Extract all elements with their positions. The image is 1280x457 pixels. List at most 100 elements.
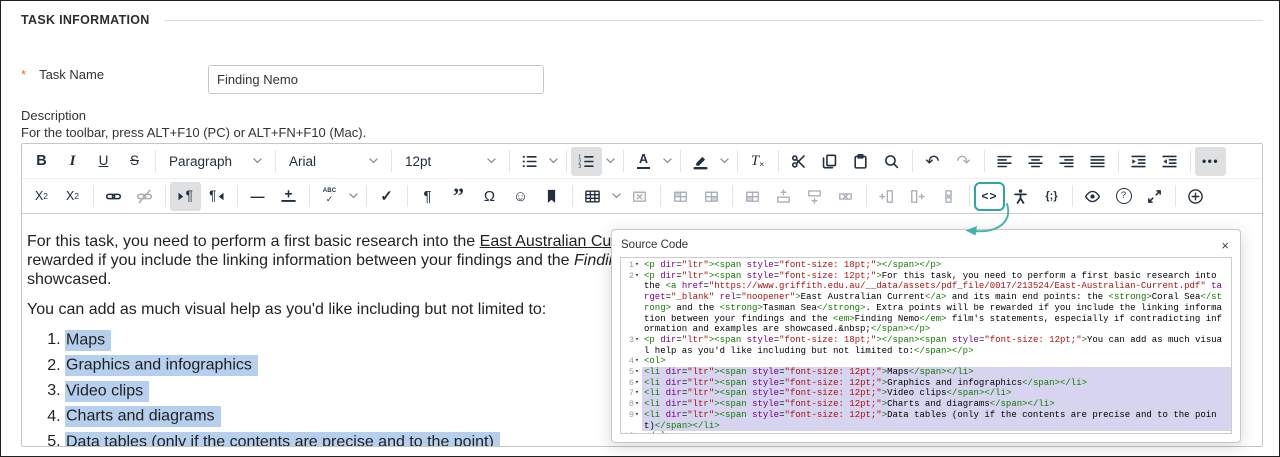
toolbar-group bbox=[871, 182, 964, 211]
undo-button[interactable]: ↶ bbox=[917, 147, 948, 176]
indent-icon bbox=[1131, 155, 1146, 167]
bullet-list-button-chevron[interactable] bbox=[545, 147, 561, 176]
toolbar-group: 123 bbox=[571, 146, 618, 176]
text-color-button[interactable]: A bbox=[628, 147, 659, 176]
indent-button[interactable] bbox=[1123, 147, 1154, 176]
toolbar-group: ? bbox=[1077, 182, 1170, 211]
delete-row-icon bbox=[839, 192, 852, 200]
code-line: 4▾ <ol> bbox=[621, 356, 1231, 367]
task-name-input[interactable] bbox=[208, 65, 544, 94]
numbered-list-button[interactable]: 123 bbox=[571, 146, 602, 176]
justify-button[interactable] bbox=[1082, 147, 1113, 176]
insert-plus-button[interactable] bbox=[1180, 182, 1211, 211]
link-icon bbox=[105, 193, 122, 199]
right-to-left-button[interactable]: ¶ bbox=[201, 182, 232, 211]
toolbar-group: ✓ bbox=[371, 182, 402, 211]
blockquote-button[interactable]: ” bbox=[443, 182, 474, 211]
spell-check-button[interactable]: ABC ✓ bbox=[314, 182, 345, 211]
align-left-button[interactable] bbox=[989, 147, 1020, 176]
fold-arrow-icon: ▾ bbox=[635, 261, 639, 268]
spell-check-button-chevron[interactable] bbox=[345, 182, 361, 211]
outdent-button[interactable] bbox=[1154, 147, 1185, 176]
anchor-button[interactable] bbox=[536, 182, 567, 211]
accessibility-checker-button[interactable] bbox=[1005, 182, 1036, 211]
paragraph-style-select[interactable]: Paragraph bbox=[160, 147, 270, 176]
insert-row-below-icon bbox=[808, 189, 821, 204]
clear-formatting-button[interactable]: T × bbox=[742, 147, 773, 176]
left-to-right-button[interactable]: ¶ bbox=[170, 181, 201, 211]
task-name-row: * Task Name bbox=[21, 67, 104, 82]
svg-text:3: 3 bbox=[578, 163, 581, 169]
search-button[interactable] bbox=[876, 147, 907, 176]
text-color-button-chevron[interactable] bbox=[659, 147, 675, 176]
preview-button[interactable] bbox=[1077, 182, 1108, 211]
checkmark-icon: ✓ bbox=[380, 187, 393, 205]
delete-table-icon bbox=[633, 191, 646, 202]
strikethrough-button[interactable]: S bbox=[119, 147, 150, 176]
font-family-select[interactable]: Arial bbox=[280, 147, 386, 176]
toolbar-group: T × bbox=[742, 147, 773, 176]
horizontal-rule-button[interactable]: — bbox=[242, 182, 273, 211]
paste-button[interactable] bbox=[845, 147, 876, 176]
fullscreen-button[interactable] bbox=[1139, 182, 1170, 211]
toolbar-group-divider bbox=[508, 150, 510, 172]
code-line: 1▾ <p dir="ltr"><span style="font-size: 1… bbox=[621, 260, 1231, 271]
toolbar-group: <> {;} bbox=[974, 181, 1067, 211]
underline-button[interactable]: U bbox=[88, 147, 119, 176]
page-break-button[interactable] bbox=[273, 182, 304, 211]
numbered-list-button-chevron[interactable] bbox=[602, 147, 618, 176]
numbered-list-icon: 123 bbox=[578, 154, 594, 169]
align-center-icon bbox=[1028, 155, 1043, 167]
cut-button[interactable] bbox=[783, 147, 814, 176]
font-size-select[interactable]: 12pt bbox=[396, 147, 504, 176]
emoticon-icon: ☺ bbox=[512, 187, 529, 205]
help-button[interactable]: ? bbox=[1108, 182, 1139, 211]
delete-column-button bbox=[933, 182, 964, 211]
source-code-button[interactable]: <> bbox=[974, 181, 1005, 211]
toolbar-group-divider bbox=[390, 150, 392, 172]
preview-icon bbox=[1084, 190, 1101, 202]
italic-icon: I bbox=[69, 152, 76, 169]
subscript-button[interactable]: X2 bbox=[57, 182, 88, 211]
bookmark-icon bbox=[547, 189, 556, 203]
insert-link-button[interactable] bbox=[98, 182, 129, 211]
toolbar-group: Arial bbox=[280, 147, 386, 176]
superscript-button[interactable]: X2 bbox=[26, 182, 57, 211]
toolbar-group-divider bbox=[777, 150, 779, 172]
toolbar-group-divider bbox=[679, 150, 681, 172]
code-text: <li dir="ltr"><span style="font-size: 12… bbox=[642, 377, 1231, 389]
copy-button[interactable] bbox=[814, 147, 845, 176]
bullet-list-button[interactable] bbox=[514, 147, 545, 176]
bold-button[interactable]: B bbox=[26, 147, 57, 176]
checkmark-button[interactable]: ✓ bbox=[371, 182, 402, 211]
align-center-button[interactable] bbox=[1020, 147, 1051, 176]
emoticons-button[interactable]: ☺ bbox=[505, 182, 536, 211]
align-right-button[interactable] bbox=[1051, 147, 1082, 176]
toolbar-group-divider bbox=[731, 185, 733, 207]
toolbar-group: BI US bbox=[26, 147, 150, 176]
code-sample-icon: {;} bbox=[1045, 189, 1058, 202]
insert-table-button-chevron[interactable] bbox=[608, 182, 624, 211]
more-toolbar-button[interactable]: ••• bbox=[1195, 146, 1226, 176]
fold-arrow-icon: ▾ bbox=[635, 389, 639, 397]
highlight-color-button-chevron[interactable] bbox=[716, 147, 732, 176]
table-cell-properties-button bbox=[665, 182, 696, 211]
code-sample-button[interactable]: {;} bbox=[1036, 182, 1067, 211]
code-text: <p dir="ltr"><span style="font-size: 18p… bbox=[644, 260, 942, 270]
line-number: 4▾ bbox=[621, 356, 642, 367]
insert-table-button[interactable] bbox=[577, 182, 608, 211]
close-icon[interactable]: × bbox=[1221, 239, 1229, 252]
undo-icon: ↶ bbox=[925, 151, 940, 171]
page-break-icon bbox=[281, 189, 296, 202]
special-character-button[interactable]: Ω bbox=[474, 182, 505, 211]
toolbar-group-divider bbox=[736, 150, 738, 172]
toolbar-group bbox=[98, 182, 160, 211]
fold-arrow-icon: ▾ bbox=[635, 368, 639, 376]
source-code-textarea[interactable]: 1▾ <p dir="ltr"><span style="font-size: 1… bbox=[620, 257, 1232, 434]
line-number: 9▾ bbox=[621, 410, 642, 431]
underline-icon: U bbox=[98, 153, 109, 169]
highlight-color-button[interactable] bbox=[685, 147, 716, 176]
paragraph-marks-button[interactable]: ¶ bbox=[412, 182, 443, 211]
italic-button[interactable]: I bbox=[57, 147, 88, 176]
line-number: 10 bbox=[621, 431, 642, 433]
